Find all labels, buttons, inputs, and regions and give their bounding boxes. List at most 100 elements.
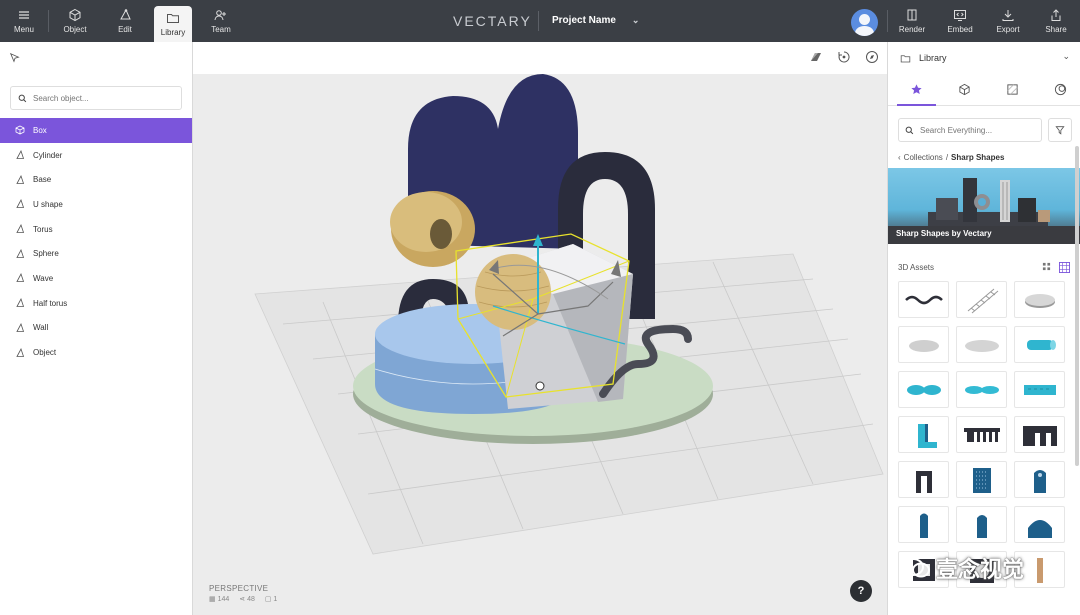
- mesh-icon: [16, 150, 25, 159]
- 3d-viewport[interactable]: PERSPECTIVE ▦ 144 ⋖ 48 ▢ 1 ?: [193, 42, 887, 615]
- list-item[interactable]: Wave: [0, 266, 192, 291]
- tab-materials[interactable]: [1041, 74, 1080, 105]
- asset-tile[interactable]: [1014, 281, 1065, 318]
- mesh-icon: [16, 322, 25, 332]
- asset-tile[interactable]: [898, 506, 949, 543]
- filter-button[interactable]: [1048, 118, 1072, 142]
- vertex-count-value: 48: [247, 596, 255, 603]
- asset-tile[interactable]: [956, 281, 1007, 318]
- filter-icon: [1055, 126, 1065, 135]
- vectary-logo[interactable]: VECTARY: [453, 13, 532, 29]
- wood-post-thumbnail: [1036, 557, 1043, 583]
- cube-icon: [959, 83, 970, 96]
- flat-disc-thumbnail: [964, 339, 999, 352]
- avatar[interactable]: [851, 9, 878, 36]
- scene-canvas[interactable]: [193, 74, 887, 615]
- asset-tile[interactable]: [956, 461, 1007, 498]
- asset-tile[interactable]: [1014, 506, 1065, 543]
- asset-tile[interactable]: [956, 416, 1007, 453]
- list-item[interactable]: U shape: [0, 192, 192, 217]
- menu-label: Menu: [13, 25, 34, 34]
- assets-header: 3D Assets: [888, 244, 1080, 273]
- wechat-logo-icon: [902, 558, 930, 578]
- library-title: Library: [919, 53, 947, 63]
- tab-favorites[interactable]: [897, 74, 936, 106]
- scene-stats: ▦ 144 ⋖ 48 ▢ 1: [209, 595, 277, 603]
- select-cursor-icon[interactable]: [9, 52, 21, 64]
- library-search[interactable]: [898, 118, 1042, 142]
- small-grid-icon[interactable]: [1042, 262, 1051, 271]
- asset-tile[interactable]: [956, 371, 1007, 408]
- embed-button[interactable]: Embed: [936, 0, 984, 42]
- menu-button[interactable]: Menu: [0, 0, 48, 42]
- asset-tile[interactable]: [1014, 371, 1065, 408]
- edit-button[interactable]: Edit: [101, 0, 149, 42]
- watermark: 壹念视觉: [902, 552, 1024, 584]
- asset-tile[interactable]: [1014, 461, 1065, 498]
- tab-textures[interactable]: [993, 74, 1032, 105]
- list-item[interactable]: Wall: [0, 316, 192, 341]
- chevron-left-icon[interactable]: ‹: [898, 153, 901, 162]
- library-tab-button[interactable]: Library: [154, 6, 192, 42]
- object-button[interactable]: Object: [49, 0, 101, 42]
- project-name-dropdown[interactable]: Project Name ⌄: [552, 15, 639, 26]
- asset-tile[interactable]: [956, 506, 1007, 543]
- cyan-slab-thumbnail: [1023, 384, 1056, 395]
- list-item-label: Wave: [33, 273, 54, 283]
- library-scrollbar[interactable]: [1075, 146, 1079, 466]
- asset-tile[interactable]: [898, 281, 949, 318]
- material-view-icon[interactable]: [809, 50, 823, 64]
- cyan-blob-thumbnail: [964, 385, 999, 394]
- library-header[interactable]: Library ⌄: [888, 42, 1080, 74]
- team-button[interactable]: Team: [197, 0, 245, 42]
- collection-banner[interactable]: Sharp Shapes by Vectary: [888, 168, 1080, 244]
- render-label: Render: [898, 25, 926, 34]
- list-item[interactable]: Torus: [0, 217, 192, 242]
- comb-thumbnail: [963, 427, 1000, 442]
- search-input[interactable]: [33, 93, 163, 103]
- large-grid-icon[interactable]: [1059, 262, 1070, 273]
- asset-tile[interactable]: [898, 461, 949, 498]
- asset-tile[interactable]: [956, 326, 1007, 363]
- list-item[interactable]: Box: [0, 118, 192, 143]
- torus-object[interactable]: [390, 191, 475, 267]
- list-item-label: Half torus: [33, 298, 68, 308]
- share-button[interactable]: Share: [1032, 0, 1080, 42]
- help-button[interactable]: ?: [850, 580, 872, 602]
- export-button[interactable]: Export: [984, 0, 1032, 42]
- object-search[interactable]: [10, 86, 182, 110]
- chevron-down-icon: ⌄: [631, 15, 640, 25]
- export-label: Export: [996, 25, 1020, 34]
- list-item[interactable]: Base: [0, 167, 192, 192]
- camera-mode-label[interactable]: PERSPECTIVE: [209, 584, 268, 593]
- breadcrumb-separator: /: [945, 153, 949, 162]
- library-search-input[interactable]: [920, 125, 1030, 135]
- blue-pillar-thumbnail: [976, 514, 987, 538]
- orbit-icon[interactable]: [837, 50, 851, 64]
- edit-label: Edit: [118, 25, 132, 34]
- banner-caption: Sharp Shapes by Vectary: [896, 229, 992, 238]
- vertex-count: ⋖ 48: [239, 596, 255, 603]
- face-count-value: 144: [217, 596, 230, 603]
- list-item[interactable]: Half torus: [0, 291, 192, 316]
- tab-models[interactable]: [945, 74, 984, 105]
- asset-tile[interactable]: [1014, 416, 1065, 453]
- vertex-edit-icon: [120, 8, 131, 20]
- list-item[interactable]: Sphere: [0, 241, 192, 266]
- compass-icon[interactable]: [865, 50, 879, 64]
- cube-icon: [15, 125, 25, 135]
- asset-tile[interactable]: [898, 416, 949, 453]
- breadcrumb-parent[interactable]: Collections: [904, 153, 943, 162]
- list-item-label: Object: [33, 348, 57, 358]
- asset-tile[interactable]: [1014, 326, 1065, 363]
- asset-tile[interactable]: [898, 371, 949, 408]
- asset-grid: [888, 273, 1080, 588]
- face-count: ▦ 144: [209, 596, 230, 603]
- comb-large-thumbnail: [1022, 425, 1057, 446]
- list-item-label: Wall: [33, 323, 49, 333]
- list-item[interactable]: Cylinder: [0, 143, 192, 168]
- render-button[interactable]: Render: [888, 0, 936, 42]
- wave-thumbnail: [904, 295, 943, 304]
- asset-tile[interactable]: [898, 326, 949, 363]
- list-item[interactable]: Object: [0, 340, 192, 365]
